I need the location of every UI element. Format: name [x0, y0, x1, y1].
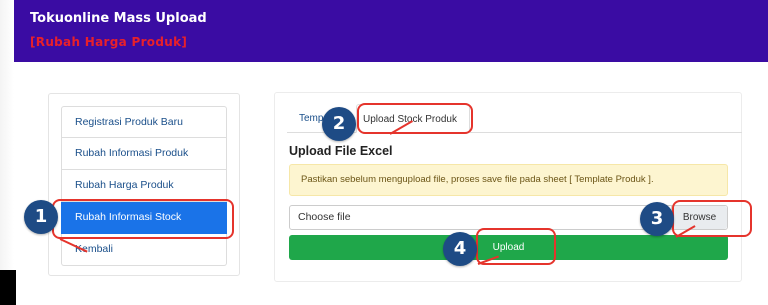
- step-badge-3: 3: [640, 202, 674, 236]
- black-corner-block: [0, 270, 16, 305]
- upload-section-title: Upload File Excel: [289, 144, 393, 158]
- sidebar-menu: Registrasi Produk Baru Rubah Informasi P…: [61, 106, 227, 266]
- step-badge-2: 2: [322, 107, 356, 141]
- app-title: Tokuonline Mass Upload: [30, 11, 207, 26]
- step-badge-4: 4: [443, 232, 477, 266]
- warning-alert: Pastikan sebelum mengupload file, proses…: [289, 164, 728, 196]
- left-shadow: [0, 0, 14, 305]
- sidebar-item-rubah-informasi-produk[interactable]: Rubah Informasi Produk: [61, 138, 227, 170]
- sidebar-item-registrasi-produk-baru[interactable]: Registrasi Produk Baru: [61, 106, 227, 138]
- step-badge-1: 1: [24, 200, 58, 234]
- app-subtitle: [Rubah Harga Produk]: [30, 35, 188, 49]
- file-input-label: Choose file: [298, 211, 351, 223]
- tab-template[interactable]: Temp: [299, 104, 323, 133]
- callout-sidebar-stock: [52, 199, 234, 239]
- callout-tab-upload: [357, 103, 473, 134]
- app-header: Tokuonline Mass Upload [Rubah Harga Prod…: [14, 0, 768, 62]
- sidebar-item-rubah-harga-produk[interactable]: Rubah Harga Produk: [61, 170, 227, 202]
